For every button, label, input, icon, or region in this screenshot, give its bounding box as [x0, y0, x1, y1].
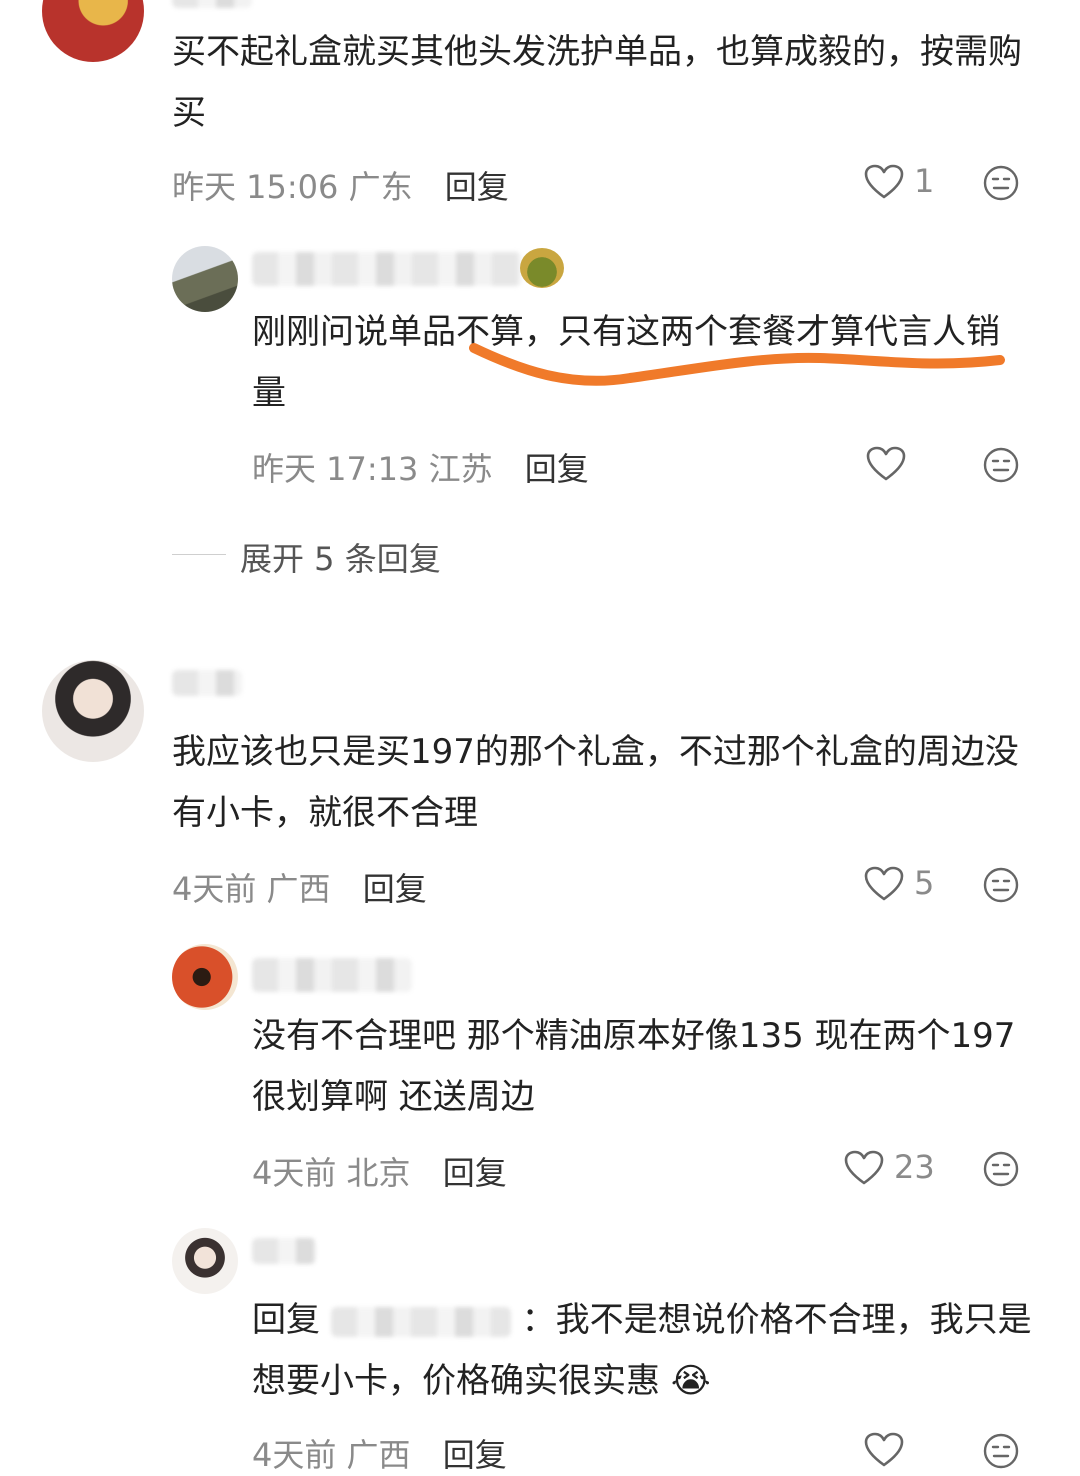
reply-button[interactable]: 回复: [363, 870, 427, 908]
comment-time: 4天前: [252, 1436, 337, 1474]
username-blurred[interactable]: [252, 1238, 316, 1264]
avatar[interactable]: [42, 0, 144, 62]
reply-button[interactable]: 回复: [445, 168, 509, 206]
emoji-face-icon[interactable]: [982, 1432, 1020, 1470]
comment-region: 广西: [346, 1436, 411, 1474]
avatar[interactable]: [42, 660, 144, 762]
comment-region: 江苏: [428, 450, 493, 488]
comment-meta: 昨天 17:13 江苏 回复: [252, 444, 589, 490]
comment-text: 回复 ：我不是想说价格不合理，我只是想要小卡，价格确实很实惠 😭: [252, 1290, 1042, 1412]
comment-text: 买不起礼盒就买其他头发洗护单品，也算成毅的，按需购买: [172, 32, 1022, 133]
avatar[interactable]: [172, 246, 238, 312]
comment-meta: 4天前 广西 回复: [172, 864, 427, 910]
heart-icon[interactable]: [844, 1150, 884, 1186]
username-blurred[interactable]: [252, 252, 522, 286]
heart-icon[interactable]: [864, 1432, 904, 1468]
comment-region: 广东: [348, 168, 413, 206]
comment-time: 4天前: [172, 870, 257, 908]
reply-prefix: 回复: [252, 1300, 320, 1340]
heart-icon[interactable]: [864, 164, 904, 200]
reply-button[interactable]: 回复: [443, 1154, 507, 1192]
reply-button[interactable]: 回复: [443, 1436, 507, 1474]
expand-replies-button[interactable]: 展开 5 条回复: [240, 534, 441, 580]
comment-meta: 4天前 广西 回复: [252, 1430, 507, 1476]
heart-icon[interactable]: [866, 446, 906, 482]
emoji-face-icon[interactable]: [982, 866, 1020, 904]
underline-highlight: [469, 343, 1005, 386]
comment-region: 广西: [266, 870, 331, 908]
divider: [172, 554, 226, 555]
like-count: 1: [914, 162, 935, 200]
comment-meta: 昨天 15:06 广东 回复: [172, 162, 509, 208]
comment-text: 没有不合理吧 那个精油原本好像135 现在两个197很划算啊 还送周边: [252, 1016, 1016, 1117]
badge-icon: [520, 248, 564, 288]
emoji-face-icon[interactable]: [982, 446, 1020, 484]
mention-blurred[interactable]: [330, 1307, 511, 1337]
avatar[interactable]: [172, 944, 238, 1010]
comment-time: 昨天 17:13: [252, 450, 419, 488]
comment-text: 我应该也只是买197的那个礼盒，不过那个礼盒的周边没有小卡，就很不合理: [172, 732, 1019, 833]
username-blurred[interactable]: [172, 670, 242, 696]
reply-button[interactable]: 回复: [525, 450, 589, 488]
emoji-face-icon[interactable]: [982, 1150, 1020, 1188]
like-count: 5: [914, 864, 935, 902]
comment-time: 4天前: [252, 1154, 337, 1192]
like-count: 23: [894, 1148, 935, 1186]
emoji-face-icon[interactable]: [982, 164, 1020, 202]
username-blurred[interactable]: [172, 0, 252, 8]
heart-icon[interactable]: [864, 866, 904, 902]
comment-time: 昨天 15:06: [172, 168, 339, 206]
username-blurred[interactable]: [252, 958, 412, 992]
avatar[interactable]: [172, 1228, 238, 1294]
comment-region: 北京: [346, 1154, 411, 1192]
crying-emoji-icon: 😭: [670, 1361, 711, 1401]
comment-meta: 4天前 北京 回复: [252, 1148, 507, 1194]
